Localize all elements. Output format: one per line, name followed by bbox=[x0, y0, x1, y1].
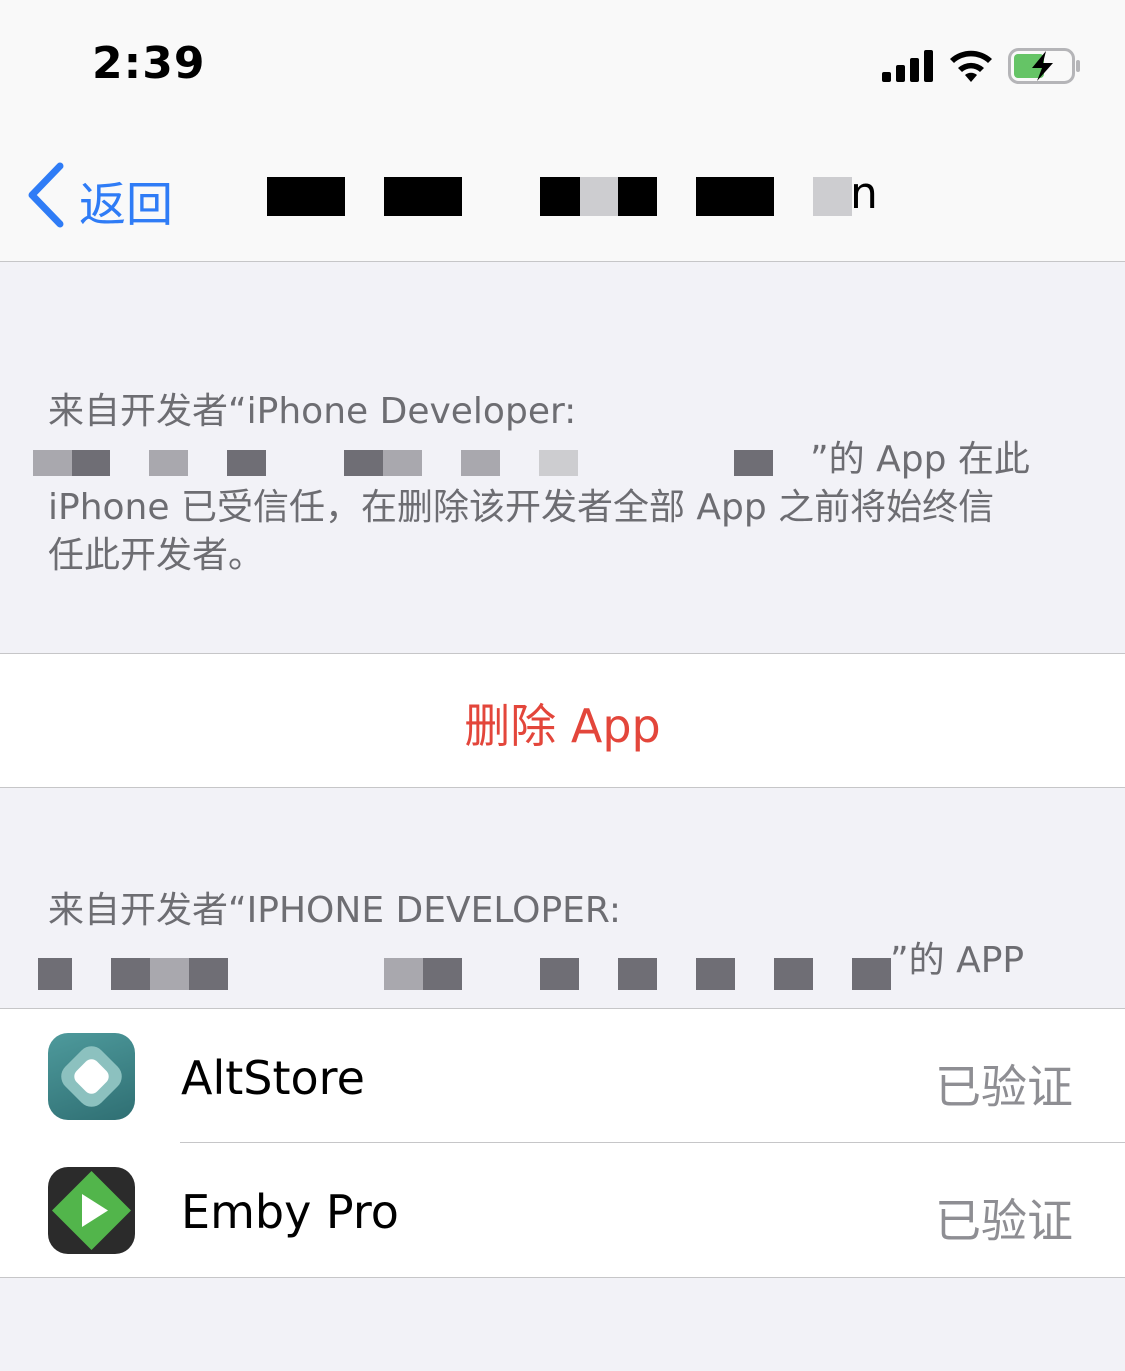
trust-line-4: 任此开发者。 bbox=[48, 535, 265, 576]
verified-status: 已验证 bbox=[935, 1060, 1073, 1114]
trust-line-1: 来自开发者“iPhone Developer: bbox=[48, 391, 577, 432]
app-name: AltStore bbox=[181, 1051, 365, 1105]
battery-charging-icon bbox=[1008, 48, 1080, 84]
nav-title-suffix: n bbox=[850, 168, 878, 219]
emby-icon bbox=[48, 1167, 135, 1254]
list-item-emby-pro[interactable]: Emby Pro 已验证 bbox=[0, 1143, 1125, 1277]
trust-description: 来自开发者“iPhone Developer: ”的 App 在此 iPhone… bbox=[33, 388, 1078, 580]
apps-list: AltStore 已验证 Emby Pro 已验证 bbox=[0, 1008, 1125, 1278]
trust-line-3: iPhone 已受信任，在删除该开发者全部 App 之前将始终信 bbox=[48, 487, 995, 528]
apps-header-line-2-tail: ”的 APP bbox=[890, 940, 1025, 981]
apps-section-header: 来自开发者“IPHONE DEVELOPER: ”的 APP bbox=[38, 886, 1088, 990]
wifi-icon bbox=[950, 50, 992, 82]
trust-line-2: ”的 App 在此 bbox=[33, 436, 1078, 484]
apps-header-line-1: 来自开发者“IPHONE DEVELOPER: bbox=[48, 890, 621, 931]
back-button[interactable]: 返回 bbox=[79, 166, 173, 235]
altstore-icon bbox=[48, 1033, 135, 1120]
app-name: Emby Pro bbox=[181, 1185, 399, 1239]
nav-title-redacted bbox=[250, 172, 890, 220]
apps-header-line-2: ”的 APP bbox=[38, 936, 1088, 990]
list-item-altstore[interactable]: AltStore 已验证 bbox=[0, 1009, 1125, 1143]
status-time: 2:39 bbox=[92, 38, 206, 89]
delete-app-button[interactable]: 删除 App bbox=[0, 690, 1125, 756]
verified-status: 已验证 bbox=[935, 1194, 1073, 1248]
cellular-signal-icon bbox=[882, 50, 934, 82]
trust-line-2-tail: ”的 App 在此 bbox=[810, 439, 1030, 480]
chevron-left-icon[interactable] bbox=[26, 162, 66, 228]
